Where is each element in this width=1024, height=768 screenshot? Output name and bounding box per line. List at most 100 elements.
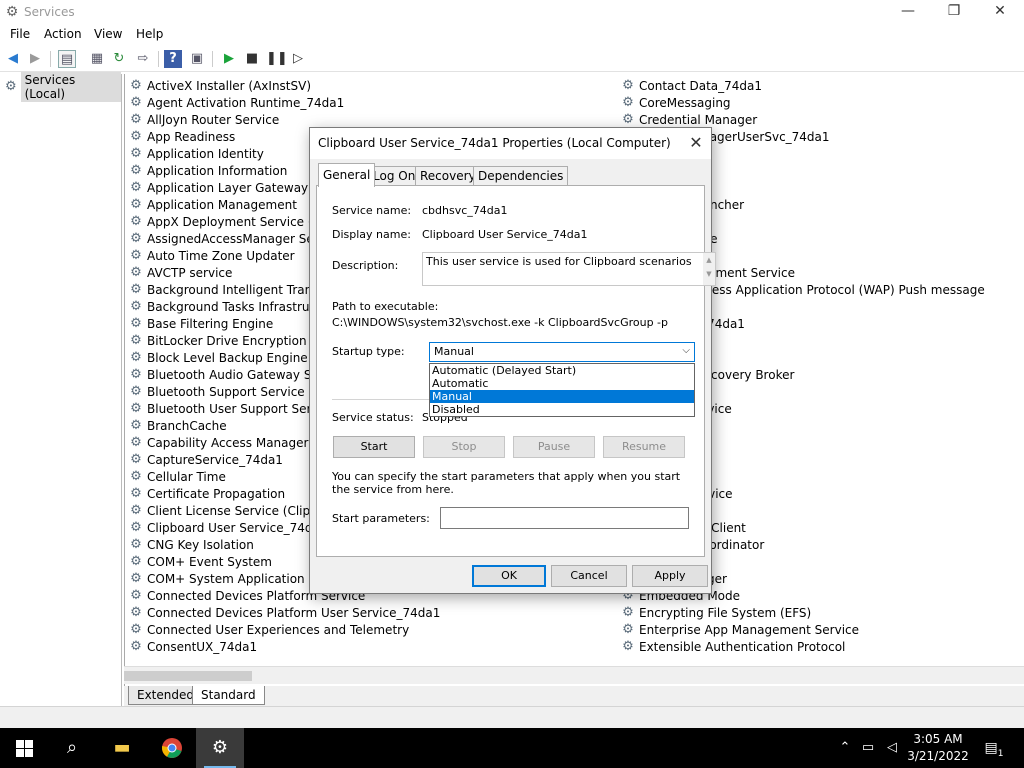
scrollbar-thumb[interactable] [124, 671, 252, 681]
apply-button[interactable]: Apply [632, 565, 708, 587]
option-manual[interactable]: Manual [430, 390, 694, 403]
service-row[interactable]: ⚙ Clipboard User Service_74da1 [129, 519, 328, 536]
service-row[interactable]: ⚙ BranchCache [129, 417, 226, 434]
network-icon[interactable]: ▭ [858, 728, 878, 768]
action-pane-icon[interactable]: ▣ [188, 50, 206, 68]
service-row[interactable]: ⚙ Application Information [129, 162, 287, 179]
file-explorer-icon[interactable]: ▬ [98, 728, 146, 768]
service-name: Credential Manager [639, 112, 758, 127]
clock[interactable]: 3:05 AM 3/21/2022 [904, 731, 972, 765]
show-hidden-icons-icon[interactable]: ⌃ [836, 728, 854, 768]
service-row[interactable]: ⚙ AssignedAccessManager Servic [129, 230, 336, 247]
service-row[interactable]: ⚙ Application Management [129, 196, 297, 213]
service-row[interactable]: ⚙ Enterprise App Management Service [621, 621, 859, 638]
service-row[interactable]: ⚙ ConsentUX_74da1 [129, 638, 257, 655]
properties-icon[interactable]: ▦ [88, 50, 106, 68]
service-row[interactable]: ⚙ BitLocker Drive Encryption Serv [129, 332, 337, 349]
minimize-button[interactable]: — [885, 0, 931, 24]
service-row[interactable]: ⚙ CNG Key Isolation [129, 536, 254, 553]
service-row[interactable]: ⚙ COM+ Event System [129, 553, 272, 570]
stop-service-icon[interactable]: ■ [243, 50, 261, 68]
start-parameters-input[interactable] [440, 507, 689, 529]
menu-view[interactable]: View [92, 27, 124, 41]
tree-node-services-local[interactable]: ⚙ Services (Local) [4, 72, 121, 102]
service-row[interactable]: ⚙ Bluetooth Support Service [129, 383, 305, 400]
description-scrollbar[interactable]: ▲ ▼ [703, 253, 715, 285]
service-row[interactable]: ⚙ Encrypting File System (EFS) [621, 604, 811, 621]
service-gear-icon: ⚙ [130, 485, 142, 501]
service-row[interactable]: ⚙ Auto Time Zone Updater [129, 247, 295, 264]
pause-button-dialog[interactable]: Pause [513, 436, 595, 458]
refresh-icon[interactable]: ↻ [110, 50, 128, 68]
menu-help[interactable]: Help [134, 27, 165, 41]
service-row[interactable]: ⚙ CoreMessaging [621, 94, 730, 111]
service-row[interactable]: ⚙ AppX Deployment Service (App [129, 213, 336, 230]
service-row[interactable]: ⚙ Extensible Authentication Protocol [621, 638, 845, 655]
forward-arrow-icon[interactable]: ▶ [26, 50, 44, 68]
option-disabled[interactable]: Disabled [430, 403, 694, 416]
service-row[interactable]: ⚙ Agent Activation Runtime_74da1 [129, 94, 344, 111]
console-tree-icon[interactable]: ▤ [58, 50, 76, 68]
help-icon[interactable]: ? [164, 50, 182, 68]
tab-log-on[interactable]: Log On [368, 166, 421, 186]
start-service-icon[interactable]: ▶ [220, 50, 238, 68]
service-row[interactable]: ⚙ Capability Access Manager Serv [129, 434, 339, 451]
service-gear-icon: ⚙ [130, 468, 142, 484]
restart-service-icon[interactable]: ▷ [289, 50, 307, 68]
tab-general[interactable]: General [318, 163, 376, 187]
service-row[interactable]: ⚙ Contact Data_74da1 [621, 77, 762, 94]
service-row[interactable]: ⚙ COM+ System Application [129, 570, 305, 587]
search-icon[interactable]: ⌕ [48, 728, 96, 768]
service-row[interactable]: ⚙ Background Intelligent Transfer [129, 281, 335, 298]
stop-button-dialog[interactable]: Stop [423, 436, 505, 458]
tab-standard[interactable]: Standard [192, 686, 265, 705]
service-row[interactable]: ⚙ Application Identity [129, 145, 264, 162]
services-taskbar-icon[interactable]: ⚙ [196, 728, 244, 768]
ok-button[interactable]: OK [472, 565, 546, 587]
description-box[interactable]: This user service is used for Clipboard … [422, 252, 716, 286]
service-row[interactable]: ⚙ Bluetooth User Support Service [129, 400, 336, 417]
option-automatic-delayed[interactable]: Automatic (Delayed Start) [430, 364, 694, 377]
notification-center-icon[interactable]: ▤1 [982, 728, 1006, 768]
service-row[interactable]: ⚙ AllJoyn Router Service [129, 111, 279, 128]
service-gear-icon: ⚙ [130, 621, 142, 637]
service-row[interactable]: ⚙ Connected User Experiences and Telemetr… [129, 621, 409, 638]
service-row[interactable]: ⚙ CaptureService_74da1 [129, 451, 283, 468]
service-row[interactable]: ⚙ AVCTP service [129, 264, 232, 281]
service-row[interactable]: ⚙ Credential Manager [621, 111, 757, 128]
display-name-label: Display name: [332, 228, 411, 241]
resume-button-dialog[interactable]: Resume [603, 436, 685, 458]
menu-file[interactable]: File [8, 27, 32, 41]
close-button[interactable]: ✕ [977, 0, 1023, 24]
menu-action[interactable]: Action [42, 27, 84, 41]
chrome-icon[interactable] [148, 728, 196, 768]
windows-logo-icon [15, 739, 33, 757]
pause-service-icon[interactable]: ❚❚ [266, 50, 288, 68]
tab-recovery[interactable]: Recovery [415, 166, 481, 186]
service-row[interactable]: ⚙ Application Layer Gateway Serv [129, 179, 339, 196]
service-name: Auto Time Zone Updater [147, 248, 295, 263]
start-button-dialog[interactable]: Start [333, 436, 415, 458]
volume-icon[interactable]: ◁ [882, 728, 902, 768]
dialog-close-button[interactable]: ✕ [683, 131, 709, 155]
service-row[interactable]: ⚙ Cellular Time [129, 468, 226, 485]
service-row[interactable]: ⚙ ActiveX Installer (AxInstSV) [129, 77, 311, 94]
service-row[interactable]: ⚙ Certificate Propagation [129, 485, 285, 502]
tab-dependencies[interactable]: Dependencies [473, 166, 569, 186]
service-row[interactable]: ⚙ Block Level Backup Engine Serv [129, 349, 338, 366]
service-gear-icon: ⚙ [130, 536, 142, 552]
start-button[interactable] [0, 728, 48, 768]
service-row[interactable]: ⚙ App Readiness [129, 128, 235, 145]
back-arrow-icon[interactable]: ◀ [4, 50, 22, 68]
service-row[interactable]: ⚙ Connected Devices Platform User Service… [129, 604, 440, 621]
export-list-icon[interactable]: ⇨ [134, 50, 152, 68]
option-automatic[interactable]: Automatic [430, 377, 694, 390]
service-row[interactable]: ⚙ Client License Service (ClipSVC) [129, 502, 339, 519]
horizontal-scrollbar[interactable] [124, 666, 1024, 684]
service-row[interactable]: ⚙ Base Filtering Engine [129, 315, 273, 332]
service-gear-icon: ⚙ [130, 553, 142, 569]
maximize-button[interactable]: ❐ [931, 0, 977, 24]
cancel-button[interactable]: Cancel [551, 565, 627, 587]
service-gear-icon: ⚙ [130, 638, 142, 654]
startup-type-select[interactable]: Manual ⌵ [429, 342, 695, 362]
